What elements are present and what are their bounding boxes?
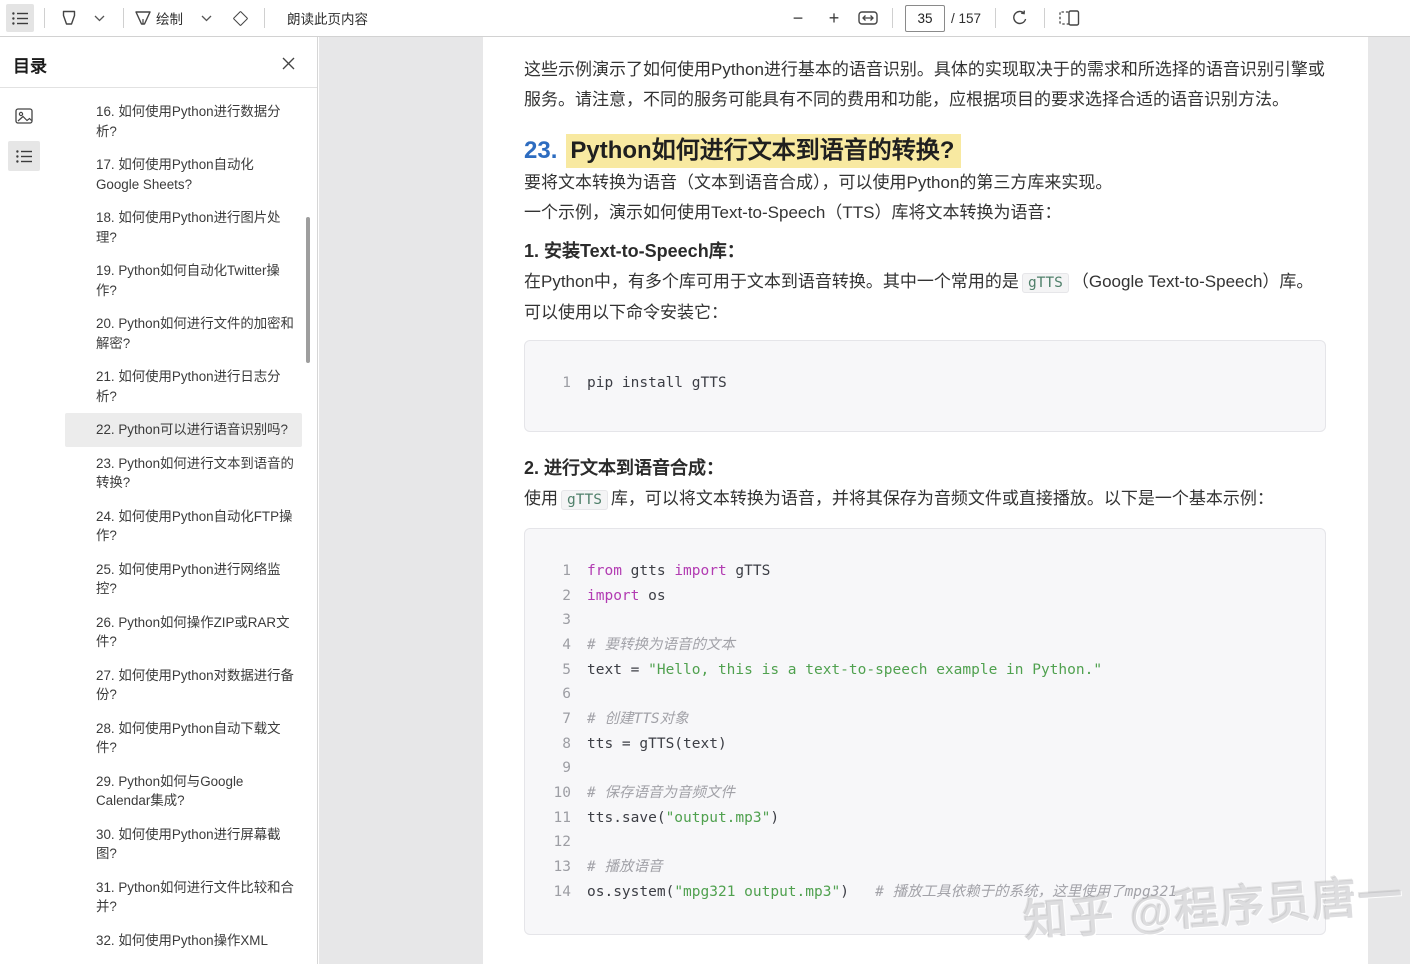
page-total-label: / 157 xyxy=(951,11,981,26)
toolbar-right-group: − + / 157 xyxy=(782,0,1083,36)
draw-button-label: 绘制 xyxy=(152,8,187,28)
code-line: 1pip install gTTS xyxy=(551,371,1299,396)
code-line: 12 xyxy=(551,830,1299,855)
toolbar-divider xyxy=(123,8,124,28)
chevron-down-icon xyxy=(201,15,212,22)
code-line: 5text = "Hello, this is a text-to-speech… xyxy=(551,658,1299,683)
paragraph-with-inline-code: 使用gTTS库，可以将文本转换为语音，并将其保存为音频文件或直接播放。以下是一个… xyxy=(524,484,1326,516)
rotate-icon xyxy=(1011,9,1029,27)
subheading-synthesis: 2. 进行文本到语音合成： xyxy=(524,454,1326,484)
page-view-button[interactable] xyxy=(1055,4,1083,32)
paragraph-text: 库，可以将文本转换为语音，并将其保存为音频文件或直接播放。以下是一个基本示例： xyxy=(611,489,1274,508)
eraser-button[interactable] xyxy=(226,4,254,32)
toc-item[interactable]: 26. Python如何操作ZIP或RAR文件? xyxy=(65,606,302,659)
read-aloud-label: 朗读此页内容 xyxy=(283,8,372,28)
code-line: 7# 创建TTS对象 xyxy=(551,707,1299,732)
close-icon xyxy=(282,57,295,70)
toc-list: 16. 如何使用Python进行数据分析?17. 如何使用Python自动化Go… xyxy=(65,95,302,957)
code-line: 8tts = gTTS(text) xyxy=(551,732,1299,757)
inline-code-gtts: gTTS xyxy=(561,490,608,510)
rotate-button[interactable] xyxy=(1006,4,1034,32)
heading-highlighted-text: Python如何进行文本到语音的转换? xyxy=(566,134,961,168)
draw-button[interactable]: 绘制 xyxy=(134,4,212,32)
code-line: 11tts.save("output.mp3") xyxy=(551,806,1299,831)
subheading-install: 1. 安装Text-to-Speech库： xyxy=(524,237,1326,267)
pdf-viewer-area[interactable]: 这些示例演示了如何使用Python进行基本的语音识别。具体的实现取决于的需求和所… xyxy=(319,37,1410,964)
heading-number: 23. xyxy=(524,134,557,168)
eraser-icon xyxy=(232,10,248,26)
thumbnails-panel-button[interactable] xyxy=(8,101,40,131)
intro-paragraph: 这些示例演示了如何使用Python进行基本的语音识别。具体的实现取决于的需求和所… xyxy=(524,55,1326,114)
zoom-out-button[interactable]: − xyxy=(782,4,814,32)
highlighter-dropdown-button[interactable] xyxy=(85,4,113,32)
toc-item[interactable]: 28. 如何使用Python自动下载文件? xyxy=(65,712,302,765)
sidebar-title: 目录 xyxy=(13,52,47,77)
highlighter-icon xyxy=(60,10,78,26)
pdf-page: 这些示例演示了如何使用Python进行基本的语音识别。具体的实现取决于的需求和所… xyxy=(483,37,1368,964)
code-block-install: 1pip install gTTS xyxy=(524,340,1326,433)
page-layout-icon xyxy=(1059,10,1080,26)
toc-item[interactable]: 21. 如何使用Python进行日志分析? xyxy=(65,360,302,413)
sidebar-header: 目录 xyxy=(0,37,317,88)
toc-item[interactable]: 31. Python如何进行文件比较和合并? xyxy=(65,871,302,924)
toc-item[interactable]: 17. 如何使用Python自动化Google Sheets? xyxy=(65,148,302,201)
page-content: 这些示例演示了如何使用Python进行基本的语音识别。具体的实现取决于的需求和所… xyxy=(483,37,1368,935)
code-line: 9 xyxy=(551,756,1299,781)
outline-list-icon xyxy=(16,149,33,164)
toc-item[interactable]: 20. Python如何进行文件的加密和解密? xyxy=(65,307,302,360)
toc-item[interactable]: 32. 如何使用Python操作XML xyxy=(65,924,302,958)
table-of-contents-icon xyxy=(12,11,29,26)
paragraph-with-inline-code: 在Python中，有多个库可用于文本到语音转换。其中一个常用的是gTTS（Goo… xyxy=(524,267,1326,328)
paragraph: 要将文本转换为语音（文本到语音合成），可以使用Python的第三方库来实现。 xyxy=(524,168,1326,198)
zoom-in-button[interactable]: + xyxy=(818,4,850,32)
fit-to-width-button[interactable] xyxy=(854,4,882,32)
fit-width-icon xyxy=(858,11,878,25)
read-aloud-button[interactable]: 朗读此页内容 xyxy=(275,4,380,32)
code-line: 3 xyxy=(551,608,1299,633)
toc-item[interactable]: 29. Python如何与Google Calendar集成? xyxy=(65,765,302,818)
image-thumbnails-icon xyxy=(15,108,33,124)
toolbar-divider xyxy=(1044,8,1045,28)
paragraph-text: 在Python中，有多个库可用于文本到语音转换。其中一个常用的是 xyxy=(524,272,1019,291)
code-line: 6 xyxy=(551,682,1299,707)
toc-item[interactable]: 24. 如何使用Python自动化FTP操作? xyxy=(65,500,302,553)
sidebar-rail xyxy=(8,101,46,171)
section-heading: 23. Python如何进行文本到语音的转换? xyxy=(524,134,1326,168)
toolbar-divider xyxy=(892,8,893,28)
inline-code-gtts: gTTS xyxy=(1022,273,1069,293)
code-line: 10# 保存语音为音频文件 xyxy=(551,781,1299,806)
paragraph-text: 使用 xyxy=(524,489,558,508)
code-line: 2import os xyxy=(551,584,1299,609)
paragraph: 一个示例，演示如何使用Text-to-Speech（TTS）库将文本转换为语音： xyxy=(524,198,1326,228)
toc-item[interactable]: 25. 如何使用Python进行网络监控? xyxy=(65,553,302,606)
code-line: 4# 要转换为语音的文本 xyxy=(551,633,1299,658)
toc-item[interactable]: 19. Python如何自动化Twitter操作? xyxy=(65,254,302,307)
page-number-input[interactable] xyxy=(905,5,945,32)
code-line: 1from gtts import gTTS xyxy=(551,559,1299,584)
sidebar-scrollbar-thumb[interactable] xyxy=(306,217,310,363)
toc-panel-button[interactable] xyxy=(8,141,40,171)
toc-item[interactable]: 30. 如何使用Python进行屏幕截图? xyxy=(65,818,302,871)
pdf-toolbar: 绘制 朗读此页内容 − + / 157 xyxy=(0,0,1410,37)
toc-item[interactable]: 27. 如何使用Python对数据进行备份? xyxy=(65,659,302,712)
toc-item[interactable]: 18. 如何使用Python进行图片处理? xyxy=(65,201,302,254)
toc-panel-toggle-button[interactable] xyxy=(6,4,34,32)
toolbar-left-group: 绘制 朗读此页内容 xyxy=(6,0,380,36)
toc-item[interactable]: 23. Python如何进行文本到语音的转换? xyxy=(65,447,302,500)
toc-sidebar: 目录 16. 如何使用Python进行数据分析?17. 如何使用Py xyxy=(0,37,318,964)
highlighter-button[interactable] xyxy=(55,4,83,32)
toolbar-divider xyxy=(995,8,996,28)
toolbar-divider xyxy=(264,8,265,28)
sidebar-close-button[interactable] xyxy=(275,50,301,76)
chevron-down-icon xyxy=(94,15,105,22)
toc-item[interactable]: 22. Python可以进行语音识别吗? xyxy=(65,413,302,447)
pen-nib-icon xyxy=(134,10,152,26)
toc-item[interactable]: 16. 如何使用Python进行数据分析? xyxy=(65,95,302,148)
toolbar-divider xyxy=(44,8,45,28)
